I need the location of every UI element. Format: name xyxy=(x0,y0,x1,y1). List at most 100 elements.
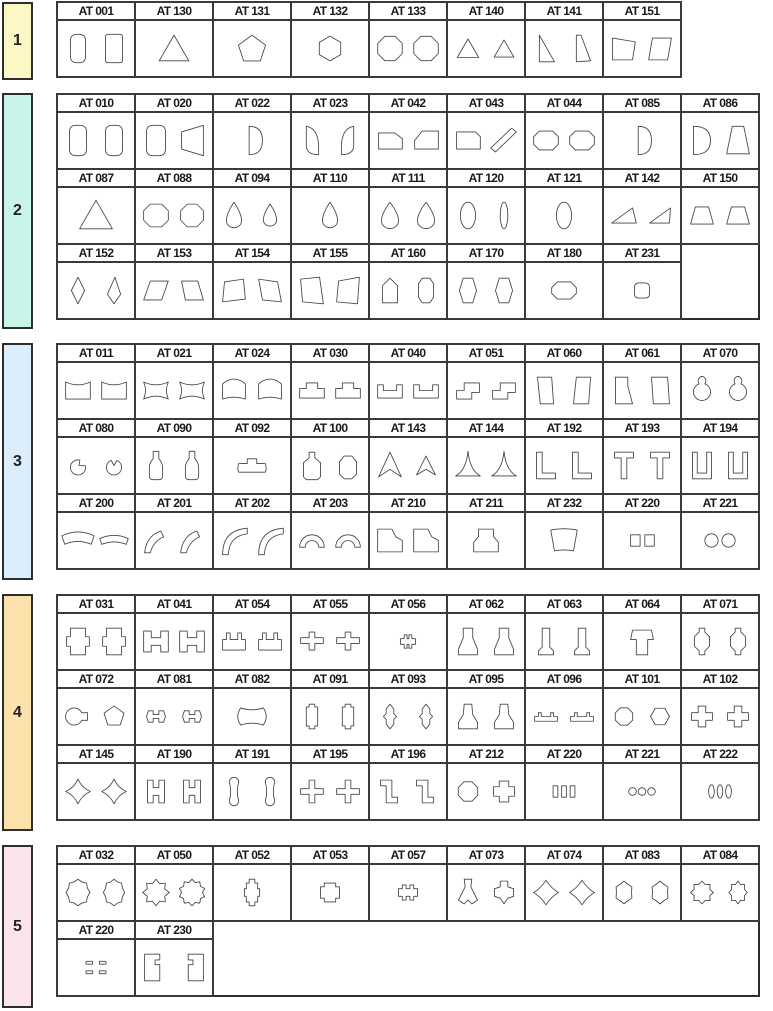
code-row: AT 145 AT 190 AT 191 AT 195 AT 196 AT 212 AT 2… xyxy=(56,744,760,764)
tablet-shape-icon xyxy=(237,707,267,726)
tablet-shape-icon xyxy=(550,528,578,552)
shape-code-label: AT 056 xyxy=(368,594,448,614)
tablet-shape-icon xyxy=(692,451,748,480)
tablet-shape-icon xyxy=(691,705,749,728)
shape-code-label: AT 088 xyxy=(134,168,214,188)
group-table-4: AT 031 AT 041 AT 054 AT 055 AT 056 AT 062 AT 0… xyxy=(56,594,760,821)
tablet-outline xyxy=(413,35,439,62)
shape-cell xyxy=(368,511,448,570)
tablet-outline xyxy=(455,450,481,477)
tablet-outline xyxy=(382,703,398,730)
tablet-shape-icon xyxy=(473,528,499,553)
tablet-shape-icon xyxy=(66,627,126,656)
tablet-outline xyxy=(98,970,107,975)
tablet-shape-icon xyxy=(143,280,204,301)
shape-code-label: AT 150 xyxy=(680,168,760,188)
tablet-outline xyxy=(237,458,267,473)
tablet-outline xyxy=(691,705,713,728)
tablet-outline xyxy=(180,203,204,228)
shape-cell xyxy=(446,261,526,320)
shape-code-label: AT 043 xyxy=(446,93,526,113)
tablet-shape-icon xyxy=(299,534,361,548)
shape-cell xyxy=(602,361,682,420)
shape-cell xyxy=(290,436,370,495)
tablet-shape-icon xyxy=(536,451,592,480)
shape-cell xyxy=(368,111,448,170)
shape-code-label: AT 085 xyxy=(602,93,682,113)
shape-cell xyxy=(524,863,604,922)
tablet-outline xyxy=(459,201,476,230)
tablet-shape-icon xyxy=(69,124,123,157)
shape-code-label: AT 170 xyxy=(446,243,526,263)
shape-cell xyxy=(56,436,136,495)
shape-code-label: AT 191 xyxy=(212,744,292,764)
tablet-outline xyxy=(299,534,325,548)
tablet-outline xyxy=(335,534,361,548)
tablet-shape-icon xyxy=(628,787,656,796)
tablet-shape-icon xyxy=(459,277,513,304)
empty-cell xyxy=(681,244,759,262)
code-row: AT 010 AT 020 AT 022 AT 023 AT 042 AT 043 AT 0… xyxy=(56,93,760,113)
tablet-shape-icon xyxy=(693,375,747,401)
tablet-shape-icon xyxy=(630,629,654,656)
tablet-outline xyxy=(102,627,126,656)
tablet-outline xyxy=(69,124,87,157)
tablet-outline xyxy=(143,381,169,400)
shape-code-label: AT 023 xyxy=(290,93,370,113)
tablet-shape-icon xyxy=(399,634,417,649)
group-label-4: 4 xyxy=(2,594,33,831)
shape-code-label: AT 212 xyxy=(446,744,526,764)
shape-code-label: AT 180 xyxy=(524,243,604,263)
shape-cell xyxy=(212,186,292,245)
tablet-shape-icon xyxy=(455,450,517,477)
shape-cell xyxy=(524,687,604,746)
shape-cell xyxy=(290,261,370,320)
shape-code-label: AT 152 xyxy=(56,243,136,263)
tablet-outline xyxy=(493,39,515,58)
tablet-outline xyxy=(85,960,94,965)
tablet-outline xyxy=(649,207,671,224)
shape-code-label: AT 040 xyxy=(368,343,448,363)
tablet-outline xyxy=(494,703,514,730)
tablet-outline xyxy=(144,953,161,982)
tablet-shape-icon xyxy=(637,125,652,156)
tablet-outline xyxy=(179,381,205,400)
tablet-outline xyxy=(225,201,242,229)
shape-cell xyxy=(602,19,682,78)
shape-cell xyxy=(56,938,136,997)
tablet-outline xyxy=(490,127,517,153)
tablet-shape-icon xyxy=(300,276,360,305)
shape-code-label: AT 030 xyxy=(290,343,370,363)
shape-cell xyxy=(212,612,292,671)
shape-cell xyxy=(368,863,448,922)
empty-cell xyxy=(447,921,525,939)
shape-cell xyxy=(446,762,526,821)
shape-code-label: AT 141 xyxy=(524,1,604,21)
shape-cell xyxy=(680,612,760,671)
tablet-outline xyxy=(65,381,91,400)
tablet-outline xyxy=(494,880,514,905)
tablet-outline xyxy=(495,277,513,304)
tablet-outline xyxy=(637,787,647,796)
shape-cell xyxy=(290,186,370,245)
shape-code-label: AT 053 xyxy=(290,845,370,865)
shape-row xyxy=(56,687,760,746)
tablet-outline xyxy=(258,378,282,400)
tablet-outline xyxy=(493,780,515,803)
tablet-outline xyxy=(572,451,592,480)
tablet-outline xyxy=(615,376,633,405)
tablet-shape-icon xyxy=(305,703,355,730)
tablet-outline xyxy=(630,534,641,547)
tablet-outline xyxy=(536,451,556,480)
tablet-shape-icon xyxy=(248,125,263,156)
shape-cell xyxy=(446,511,526,570)
tablet-outline xyxy=(537,376,554,405)
tablet-outline xyxy=(727,705,749,728)
tablet-outline xyxy=(561,785,567,798)
shape-cell xyxy=(680,186,760,245)
tablet-outline xyxy=(458,627,478,656)
shape-cell xyxy=(134,19,214,78)
shape-code-label: AT 203 xyxy=(290,493,370,513)
tablet-outline xyxy=(303,451,321,481)
tablet-shape-icon xyxy=(456,38,515,58)
